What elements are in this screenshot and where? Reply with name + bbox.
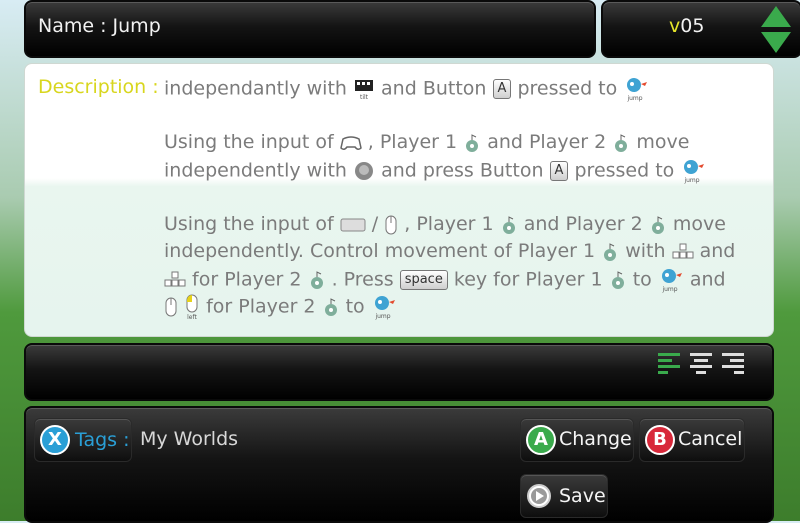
name-bar[interactable]: Name : Jump — [24, 0, 596, 58]
player-1-icon — [611, 271, 624, 289]
description-line-4: Using the input of / , Player 1 and Play… — [164, 213, 726, 235]
save-button[interactable]: Save — [520, 474, 608, 518]
player-2-icon — [615, 133, 628, 152]
change-label: Change — [559, 428, 632, 450]
thumbstick-icon — [355, 162, 374, 180]
button-a-key: A — [492, 79, 512, 99]
description-label: Description : — [38, 76, 159, 98]
svg-text:jump: jump — [661, 286, 677, 293]
version-text: v05 — [669, 15, 705, 37]
jump-icon: jump — [661, 269, 682, 293]
svg-text:jump: jump — [627, 95, 643, 102]
x-button-icon: X — [40, 425, 70, 455]
align-left-icon[interactable] — [658, 353, 684, 374]
description-line-2: Using the input of , Player 1 and Player… — [164, 131, 690, 153]
cancel-button[interactable]: B Cancel — [639, 418, 745, 462]
jump-icon: jump — [627, 78, 648, 102]
arrow-down-icon[interactable] — [761, 32, 791, 53]
description-line-3: independently with and press Button A pr… — [164, 158, 706, 184]
player-1-icon — [466, 133, 479, 152]
keyboard-icon — [340, 218, 366, 231]
description-line-7: left for Player 2 to jump — [164, 294, 397, 320]
arrow-keys-icon — [164, 271, 186, 287]
description-panel[interactable]: Description : independantly with tilt an… — [24, 63, 774, 337]
jump-icon: jump — [684, 160, 705, 184]
svg-text:left: left — [187, 314, 197, 320]
bottom-panel: X Tags : My Worlds A Change B Cancel Sav… — [24, 406, 774, 523]
description-line-5: independently. Control movement of Playe… — [164, 240, 736, 262]
version-selector[interactable]: v05 — [601, 0, 800, 58]
name-label: Name : Jump — [38, 15, 161, 37]
mouse-icon — [165, 297, 177, 317]
svg-text:jump: jump — [374, 313, 390, 320]
tags-value: My Worlds — [140, 428, 239, 450]
svg-text:tilt: tilt — [360, 94, 369, 100]
description-line-6: for Player 2 . Press space key for Playe… — [164, 267, 726, 293]
player-2-icon — [324, 298, 337, 316]
arrow-keys-icon — [672, 243, 694, 258]
mouse-left-click-icon: left — [186, 294, 198, 320]
gamepad-icon — [339, 135, 362, 150]
button-a-key: A — [549, 161, 569, 181]
tags-label: Tags : — [75, 429, 130, 451]
change-button[interactable]: A Change — [520, 418, 634, 462]
align-right-icon[interactable] — [722, 353, 748, 374]
text-align-toolbar — [24, 343, 774, 401]
space-key: space — [399, 270, 448, 290]
player-2-icon — [310, 271, 323, 289]
player-1-icon — [604, 242, 617, 261]
player-1-icon — [502, 215, 515, 234]
tags-button[interactable]: X Tags : — [34, 418, 132, 462]
align-center-icon[interactable] — [690, 353, 716, 374]
save-label: Save — [559, 485, 606, 507]
mouse-icon — [385, 215, 397, 234]
a-button-icon: A — [526, 425, 556, 455]
jump-icon: jump — [374, 296, 395, 320]
tilt-icon: tilt — [354, 80, 373, 100]
svg-text:jump: jump — [684, 177, 700, 184]
b-button-icon: B — [645, 425, 675, 455]
arrow-up-icon[interactable] — [761, 6, 791, 27]
description-line-1: independantly with tilt and Button A pre… — [164, 76, 649, 102]
cancel-label: Cancel — [678, 428, 743, 450]
play-icon — [527, 484, 551, 508]
player-2-icon — [651, 215, 664, 234]
